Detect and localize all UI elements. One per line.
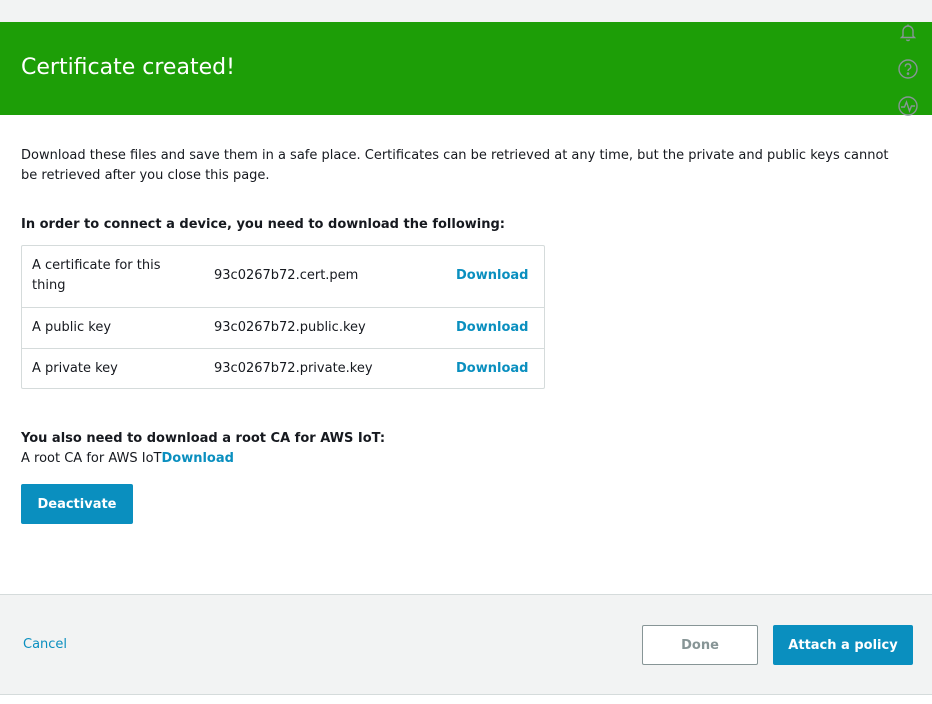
done-button[interactable]: Done [642,625,758,665]
files-table: A certificate for this thing 93c0267b72.… [21,245,545,389]
file-name: 93c0267b72.cert.pem [214,268,359,283]
connect-heading: In order to connect a device, you need t… [21,217,505,232]
intro-text: Download these files and save them in a … [21,148,889,183]
footer-bar: Cancel Done Attach a policy [0,594,932,695]
file-label: A public key [32,320,112,335]
download-private-key-link[interactable]: Download [456,359,528,379]
activity-icon[interactable] [897,95,919,117]
root-ca-line: A root CA for AWS IoTDownload [21,449,234,469]
top-strip [0,0,932,22]
help-circle-icon[interactable] [897,58,919,80]
table-row: A public key 93c0267b72.public.key Downl… [22,307,544,348]
bell-icon[interactable] [897,21,919,43]
download-root-ca-link[interactable]: Download [161,451,233,466]
banner-title: Certificate created! [21,55,235,80]
success-banner: Certificate created! [0,22,932,115]
file-name: 93c0267b72.public.key [214,320,366,335]
root-ca-label: A root CA for AWS IoT [21,451,162,466]
table-row: A private key 93c0267b72.private.key Dow… [22,348,544,388]
root-ca-heading: You also need to download a root CA for … [21,431,386,446]
file-name: 93c0267b72.private.key [214,361,373,376]
file-label: A private key [32,361,118,376]
table-row: A certificate for this thing 93c0267b72.… [22,246,544,307]
download-certificate-link[interactable]: Download [456,266,528,286]
download-public-key-link[interactable]: Download [456,318,528,338]
cancel-link[interactable]: Cancel [23,635,67,655]
attach-policy-button[interactable]: Attach a policy [773,625,913,665]
deactivate-button[interactable]: Deactivate [21,484,133,524]
file-label: A certificate for this thing [32,258,161,293]
